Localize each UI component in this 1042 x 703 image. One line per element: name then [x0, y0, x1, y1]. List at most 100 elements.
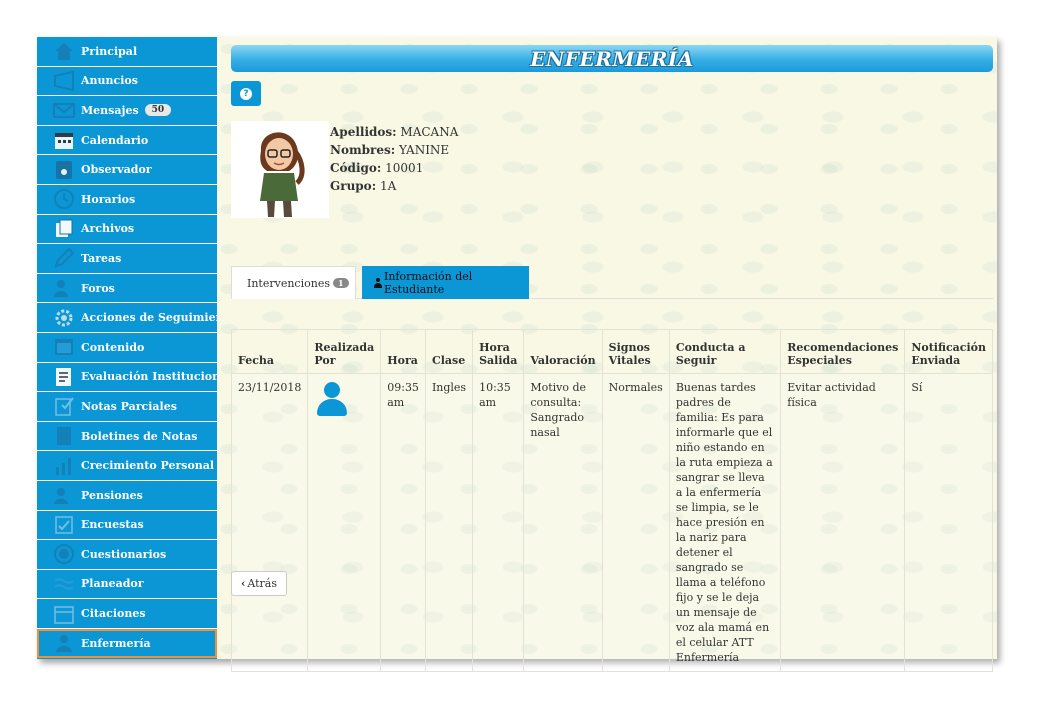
sidebar-item-enfermeria[interactable]: Enfermería [37, 628, 217, 659]
sidebar-item-crecimiento[interactable]: Crecimiento Personal [37, 451, 217, 481]
column-header: Clase [424, 329, 474, 374]
nombres-label: Nombres: [330, 143, 396, 157]
column-header: Valoración [523, 329, 603, 374]
appointment-icon [54, 605, 74, 624]
grades-icon [55, 397, 74, 417]
sidebar-item-principal[interactable]: Principal [37, 37, 217, 67]
user-icon [374, 277, 382, 288]
sidebar-item-label: Contenido [81, 340, 145, 354]
sidebar-item-label: Foros [81, 281, 115, 295]
content-icon [55, 339, 73, 356]
sidebar-item-cuestionarios[interactable]: Cuestionarios [37, 540, 217, 570]
student-avatar-image [231, 121, 329, 218]
sidebar-item-calendario[interactable]: Calendario [37, 126, 217, 156]
sidebar-item-label: Anuncios [81, 74, 138, 88]
sidebar-item-label: Cuestionarios [81, 547, 167, 561]
grupo-row: Grupo: 1A [330, 177, 458, 195]
sidebar-item-label: Horarios [81, 192, 136, 206]
clock-icon [54, 189, 74, 210]
chevron-left-icon: ‹ [240, 577, 246, 590]
planner-icon [54, 578, 74, 590]
sidebar-item-archivos[interactable]: Archivos [37, 215, 217, 245]
column-header: Recomendaciones Especiales [780, 329, 906, 374]
interventions-table: Fecha Realizada Por Hora Clase Hora Sali… [230, 329, 993, 672]
apellidos-row: Apellidos: MACANA [330, 123, 458, 141]
question-icon: ? [240, 87, 252, 100]
chart-icon [56, 457, 71, 475]
sidebar-item-label: Planeador [81, 577, 144, 591]
sidebar-item-label: Crecimiento Personal [81, 459, 215, 473]
table-row: 23/11/2018 09:35 am Ingles 10:35 am Moti… [230, 373, 993, 672]
cell-hora-salida: 10:35 am [472, 373, 525, 672]
sidebar-item-label: Observador [81, 163, 152, 177]
sidebar-item-label: Calendario [81, 133, 149, 147]
sidebar-item-foros[interactable]: Foros [37, 274, 217, 304]
cell-conducta: Buenas tardes padres de familia: Es para… [668, 373, 782, 672]
sidebar-item-acciones[interactable]: Acciones de Seguimiento [37, 303, 236, 333]
sidebar-item-label: Evaluación Institucional [81, 370, 232, 384]
cell-recomendaciones: Evitar actividad física [780, 373, 906, 672]
sidebar-item-label: Enfermería [81, 636, 151, 650]
sidebar-item-mensajes[interactable]: Mensajes 50 [37, 96, 217, 126]
nombres-row: Nombres: YANINE [330, 141, 458, 159]
sidebar-item-horarios[interactable]: Horarios [37, 185, 217, 215]
page-title-bar: ENFERMERÍA [231, 45, 993, 72]
codigo-value: 10001 [385, 161, 424, 175]
sidebar-item-pensiones[interactable]: Pensiones [37, 481, 217, 511]
calendar-icon [55, 133, 73, 150]
sidebar-item-label: Boletines de Notas [81, 429, 198, 443]
apellidos-value: MACANA [400, 125, 459, 139]
grupo-value: 1A [379, 179, 397, 193]
quiz-icon [54, 544, 74, 565]
sidebar-item-label: Acciones de Seguimiento [81, 311, 237, 325]
sidebar-item-citaciones[interactable]: Citaciones [37, 599, 217, 629]
sidebar-item-observador[interactable]: Observador [37, 155, 217, 185]
sidebar-item-anuncios[interactable]: Anuncios [37, 67, 217, 97]
sidebar-item-evaluacion[interactable]: Evaluación Institucional [37, 363, 231, 393]
report-icon [57, 427, 71, 446]
envelope-icon [53, 103, 75, 119]
main-content: ENFERMERÍA ? Apellidos: MACANA Nombres: … [217, 37, 997, 672]
app-frame: Principal Anuncios Mensajes 50 Calendari… [37, 37, 997, 672]
tabs: Intervenciones 1 Información del Estudia… [231, 266, 993, 299]
sidebar-item-label: Tareas [81, 251, 122, 265]
cell-realizada-por [307, 373, 382, 672]
table-header-row: Fecha Realizada Por Hora Clase Hora Sali… [230, 329, 993, 374]
cell-valoracion: Motivo de consulta: Sangrado nasal [523, 373, 603, 672]
sidebar-item-notas[interactable]: Notas Parciales [37, 392, 217, 422]
sidebar-item-tareas[interactable]: Tareas [37, 244, 217, 274]
checklist-icon [56, 367, 71, 386]
apellidos-label: Apellidos: [330, 125, 397, 139]
nurse-icon [56, 635, 72, 653]
interventions-count-badge: 1 [332, 278, 349, 288]
sidebar-item-planeador[interactable]: Planeador [37, 570, 217, 600]
column-header: Fecha [230, 329, 309, 374]
codigo-row: Código: 10001 [330, 159, 458, 177]
messages-count-badge: 50 [144, 104, 172, 117]
sidebar-item-encuestas[interactable]: Encuestas [37, 511, 217, 541]
pencil-icon [54, 248, 75, 269]
tab-informacion-estudiante[interactable]: Información del Estudiante [362, 266, 529, 299]
document-icon [56, 160, 72, 179]
forum-icon [54, 280, 68, 298]
home-icon [55, 43, 73, 61]
user-avatar-icon [314, 380, 350, 416]
column-header: Conducta a Seguir [668, 329, 782, 374]
column-header: Hora [380, 329, 426, 374]
back-button-label: Atrás [247, 577, 278, 590]
cell-clase: Ingles [424, 373, 474, 672]
sidebar: Principal Anuncios Mensajes 50 Calendari… [37, 37, 236, 659]
back-button[interactable]: ‹ Atrás [231, 571, 287, 596]
sidebar-item-boletines[interactable]: Boletines de Notas [37, 422, 217, 452]
sidebar-item-label: Mensajes [81, 103, 139, 117]
help-button[interactable]: ? [231, 81, 261, 106]
sidebar-item-contenido[interactable]: Contenido [37, 333, 217, 363]
grupo-label: Grupo: [330, 179, 377, 193]
column-header: Signos Vitales [601, 329, 670, 374]
sidebar-item-label: Citaciones [81, 607, 146, 621]
tab-intervenciones[interactable]: Intervenciones 1 [231, 266, 356, 299]
files-icon [56, 219, 73, 237]
page-title: ENFERMERÍA [530, 46, 694, 71]
cell-hora: 09:35 am [380, 373, 426, 672]
codigo-label: Código: [330, 161, 382, 175]
